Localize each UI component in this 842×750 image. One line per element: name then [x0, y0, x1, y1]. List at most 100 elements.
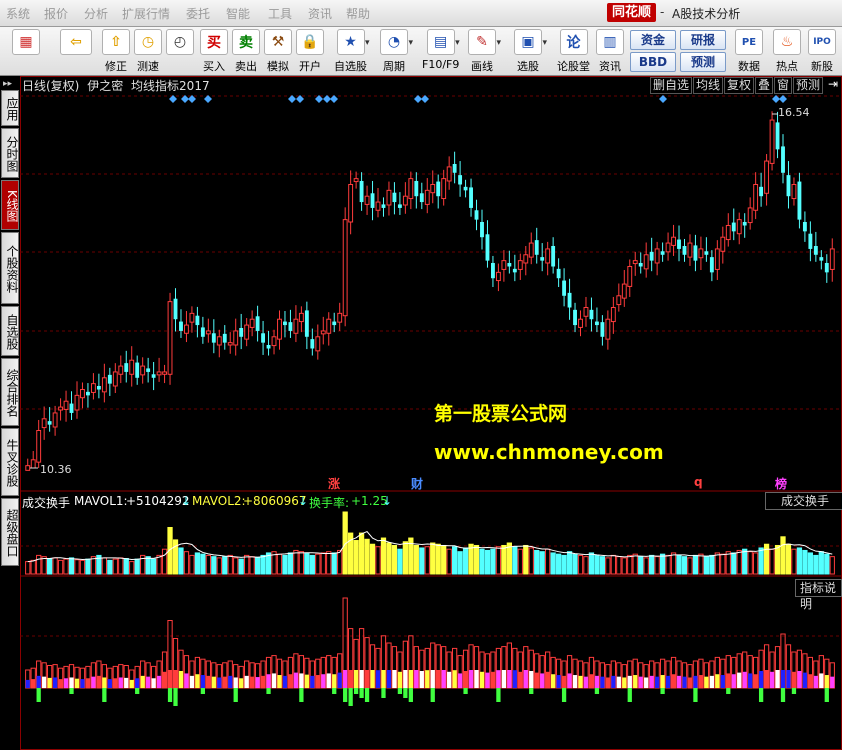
- volume-bar: [457, 551, 463, 575]
- indicator-help-button[interactable]: 指标说明: [795, 579, 842, 611]
- indicator-fill-bar: [594, 675, 600, 688]
- volume-bar: [681, 556, 688, 575]
- kline-chart[interactable]: [20, 76, 842, 750]
- event-limit-up[interactable]: 涨: [328, 475, 340, 492]
- toolbar-news-button[interactable]: ▥ 资讯: [596, 29, 624, 74]
- indicator-negative-bar: [627, 688, 632, 702]
- event-q[interactable]: q: [694, 475, 703, 489]
- toolbar-speed-button[interactable]: ◴: [166, 29, 194, 55]
- indicator-fill-bar: [545, 671, 550, 688]
- expand-arrow-icon[interactable]: ▸▸: [3, 79, 12, 89]
- toolbar-bbd-button[interactable]: BBD: [630, 52, 676, 72]
- sidebar-tab-apps[interactable]: 应用: [1, 90, 19, 126]
- volume-bar: [369, 543, 376, 575]
- remove-watchlist-button[interactable]: 删自选: [650, 77, 693, 94]
- indicator-negative-bar: [824, 688, 829, 702]
- sidebar-tab-super-board[interactable]: 超级盘口: [1, 498, 19, 566]
- indicator-fill-bar: [824, 675, 829, 688]
- candle-body: [348, 183, 354, 223]
- toolbar-grid-button[interactable]: ▦: [12, 29, 40, 55]
- candle-body: [271, 336, 277, 347]
- candle-body: [791, 183, 797, 200]
- candle-body: [47, 421, 52, 425]
- forecast-button[interactable]: 预测: [793, 77, 824, 94]
- toolbar-stock-picker-button[interactable]: ▣ 选股: [514, 29, 547, 74]
- sidebar-tab-intraday[interactable]: 分时图: [1, 128, 19, 178]
- indicator-label[interactable]: 均线指标2017: [131, 79, 210, 93]
- volume-bar: [178, 547, 184, 575]
- indicator-fill-bar: [561, 675, 567, 688]
- window-button[interactable]: 窗: [774, 77, 793, 94]
- toolbar-back-button[interactable]: ⇦: [60, 29, 92, 55]
- candle-body: [480, 221, 484, 238]
- candle-body: [682, 245, 687, 255]
- volume-bar: [200, 553, 206, 575]
- toolbar-hot-button[interactable]: ♨ 热点: [773, 29, 801, 74]
- candle-body: [589, 309, 594, 320]
- toolbar-simulate-button[interactable]: ⚒ 模拟: [264, 29, 292, 74]
- indicator-fill-bar: [425, 670, 430, 688]
- sidebar-tab-ranking[interactable]: 综合排名: [1, 358, 19, 426]
- adjust-button[interactable]: 复权: [724, 77, 755, 94]
- candle-body: [179, 321, 183, 331]
- timer-icon: ◴: [166, 29, 194, 55]
- overlay-button[interactable]: 叠: [755, 77, 774, 94]
- toolbar-sell-button[interactable]: 卖卖出: [232, 29, 260, 74]
- volume-bar: [736, 549, 742, 575]
- indicator-fill-bar: [633, 675, 638, 688]
- toolbar-fund-button[interactable]: 资金: [630, 30, 676, 50]
- menu-quote[interactable]: 报价: [44, 5, 68, 22]
- turnover-label: 换手率:: [309, 496, 350, 510]
- volume-bar: [468, 543, 474, 575]
- moving-average-button[interactable]: 均线: [693, 77, 724, 94]
- volume-indicator-name[interactable]: 成交换手: [22, 494, 70, 511]
- toolbar-ipo-button[interactable]: IPO 新股: [808, 29, 836, 74]
- indicator-negative-bar: [69, 688, 74, 694]
- sidebar-tab-kline[interactable]: K线图: [1, 180, 19, 230]
- volume-bar: [451, 546, 458, 575]
- clock-icon: ◷: [134, 29, 162, 55]
- menu-analysis[interactable]: 分析: [84, 5, 108, 22]
- toolbar-f10-button[interactable]: ▤ F10/F9: [422, 29, 460, 71]
- sidebar-tab-watchlist[interactable]: 自选股: [1, 306, 19, 356]
- toolbar-forum-button[interactable]: 论论股堂: [557, 29, 590, 74]
- menu-order[interactable]: 委托: [186, 5, 210, 22]
- volume-bar: [588, 552, 595, 575]
- menu-tools[interactable]: 工具: [268, 5, 292, 22]
- menu-news[interactable]: 资讯: [308, 5, 332, 22]
- toolbar-correct-button[interactable]: ⇧ 修正: [102, 29, 130, 74]
- indicator-fill-bar: [271, 673, 277, 688]
- toolbar-period-button[interactable]: ◔ 周期: [380, 29, 413, 74]
- candle-body: [261, 333, 266, 343]
- volume-bars: [25, 511, 835, 575]
- indicator-fill-bar: [392, 670, 397, 688]
- indicator-fill-bar: [474, 670, 479, 688]
- toolbar-draw-button[interactable]: ✎ 画线: [468, 29, 501, 74]
- event-ranking[interactable]: 榜: [775, 475, 787, 492]
- toolbar-forecast-button[interactable]: 预测: [680, 52, 726, 72]
- volume-indicator-button[interactable]: 成交换手: [765, 492, 842, 510]
- toolbar-speedtest-button[interactable]: ◷ 测速: [134, 29, 162, 74]
- sidebar-tab-profile[interactable]: 个股资料: [1, 232, 19, 304]
- volume-bar: [572, 553, 578, 575]
- candle-body: [255, 316, 260, 331]
- price-low-label: 10.36: [40, 463, 72, 476]
- volume-bar: [769, 548, 775, 575]
- toolbar-research-button[interactable]: 研报: [680, 30, 726, 50]
- exit-icon[interactable]: ⇥: [826, 77, 841, 92]
- indicator-fill-bar: [797, 670, 802, 688]
- toolbar-watchlist-button[interactable]: ★ 自选股: [334, 29, 370, 74]
- toolbar-buy-button[interactable]: 买买入: [200, 29, 228, 74]
- volume-bar: [112, 558, 118, 575]
- sidebar-tab-diagnosis[interactable]: 牛叉诊股: [1, 428, 19, 496]
- menu-system[interactable]: 系统: [6, 5, 30, 22]
- event-finance[interactable]: 财: [411, 475, 423, 492]
- period-label[interactable]: 日线(复权): [22, 79, 79, 93]
- menu-help[interactable]: 帮助: [346, 5, 370, 22]
- indicator-fill-bar: [758, 670, 764, 688]
- toolbar-data-button[interactable]: PE 数据: [735, 29, 763, 74]
- menu-smart[interactable]: 智能: [226, 5, 250, 22]
- menu-extended-market[interactable]: 扩展行情: [122, 5, 170, 22]
- toolbar-open-account-button[interactable]: 🔒 开户: [296, 29, 324, 74]
- indicator-fill-bar: [605, 677, 611, 688]
